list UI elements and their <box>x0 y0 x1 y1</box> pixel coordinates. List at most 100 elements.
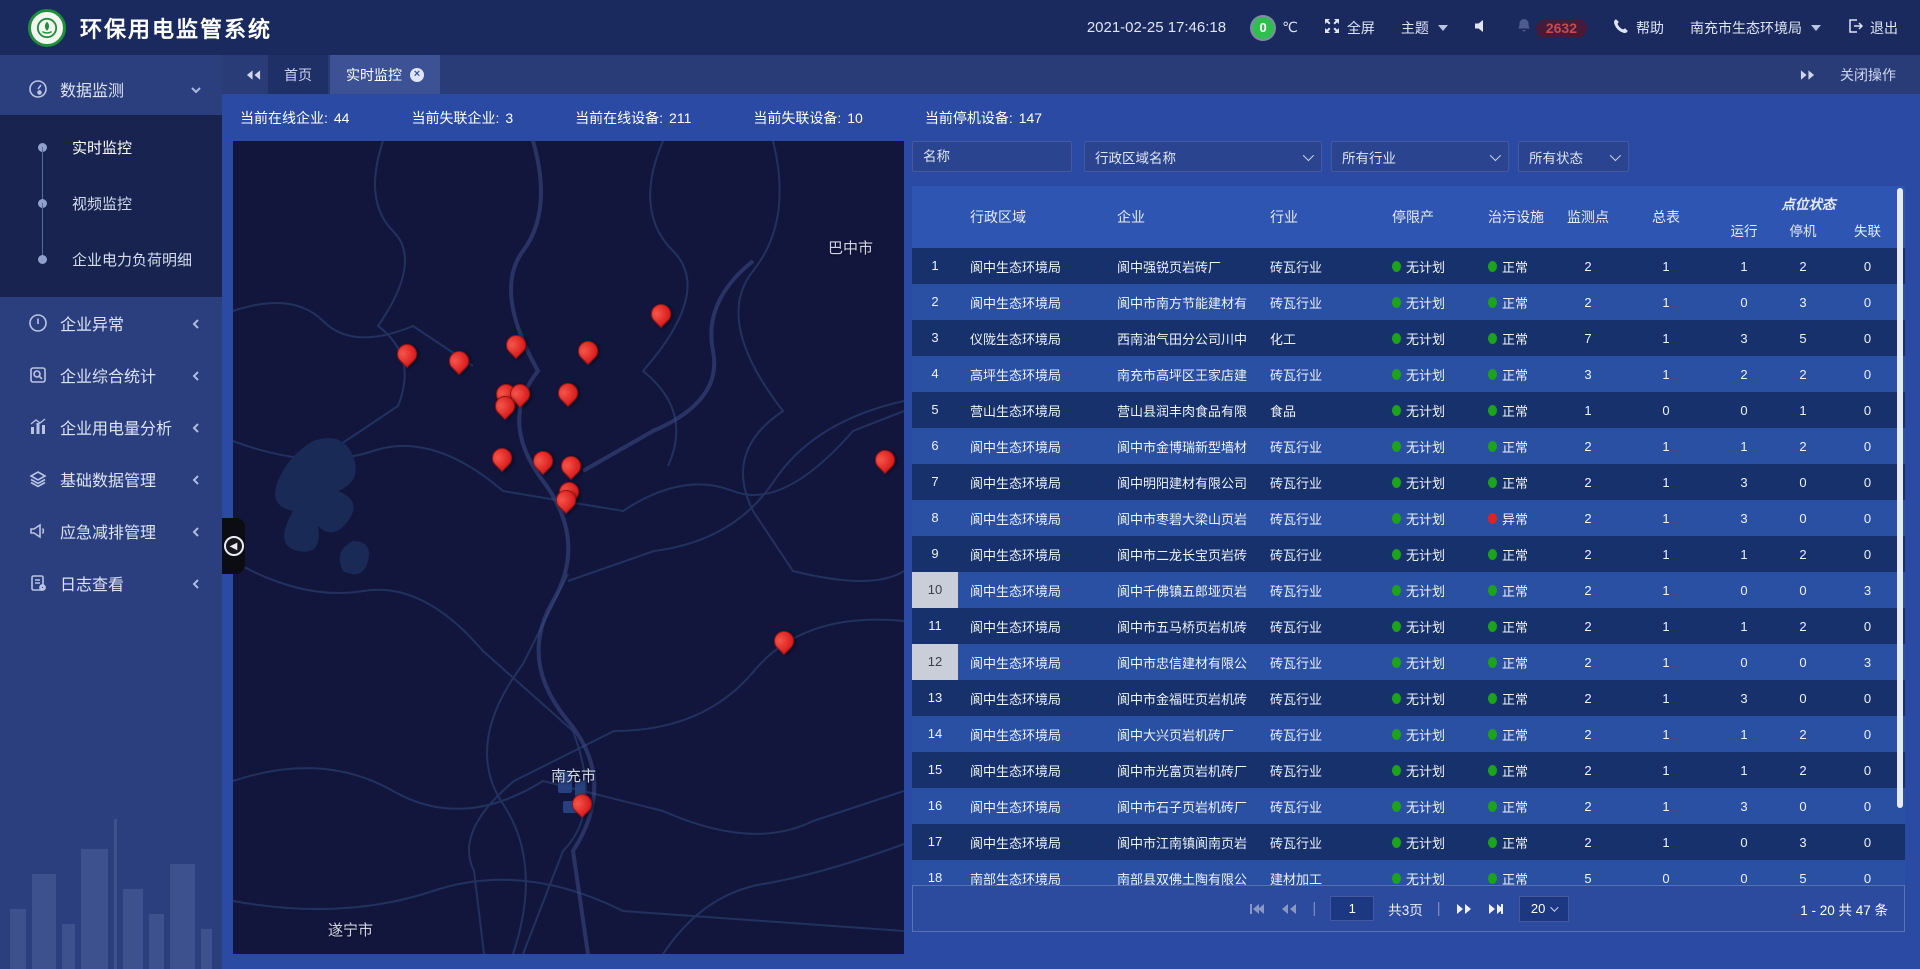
table-row[interactable]: 9 阆中生态环境局 阆中市二龙长宝页岩砖 砖瓦行业 无计划 正常 2 1 1 2… <box>912 536 1905 572</box>
sidebar-item-power-analysis[interactable]: 企业用电量分析 <box>0 401 222 453</box>
close-operations-button[interactable]: 关闭操作 <box>1840 65 1896 85</box>
map-pin-icon[interactable] <box>875 450 895 470</box>
table-row[interactable]: 3 仪陇生态环境局 西南油气田分公司川中 化工 无计划 正常 7 1 3 5 0 <box>912 320 1905 356</box>
temperature: 0 ℃ <box>1252 17 1298 39</box>
col-facility: 治污设施 <box>1476 207 1556 227</box>
bar-chart-icon <box>28 417 48 437</box>
bullet-dot-icon <box>38 255 47 264</box>
prev-page-icon[interactable] <box>1280 902 1298 916</box>
chevron-down-icon <box>1303 149 1314 160</box>
table-row[interactable]: 14 阆中生态环境局 阆中大兴页岩机砖厂 砖瓦行业 无计划 正常 2 1 1 2… <box>912 716 1905 752</box>
log-document-icon <box>28 573 48 593</box>
organization-menu[interactable]: 南充市生态环境局 <box>1690 18 1821 38</box>
page-size-select[interactable]: 20 <box>1519 896 1569 922</box>
table-scrollbar[interactable] <box>1897 188 1903 808</box>
map-pin-icon[interactable] <box>533 451 553 471</box>
top-header: 环保用电监管系统 2021-02-25 17:46:18 0 ℃ 全屏 主题 2… <box>0 0 1920 55</box>
table-row[interactable]: 16 阆中生态环境局 阆中市石子页岩机砖厂 砖瓦行业 无计划 正常 2 1 3 … <box>912 788 1905 824</box>
table-row[interactable]: 8 阆中生态环境局 阆中市枣碧大梁山页岩 砖瓦行业 无计划 异常 2 1 3 0… <box>912 500 1905 536</box>
header-actions: 2021-02-25 17:46:18 0 ℃ 全屏 主题 2632 <box>1087 17 1898 39</box>
map-pin-icon[interactable] <box>397 344 417 364</box>
map-pin-icon[interactable] <box>651 304 671 324</box>
notification-badge: 2632 <box>1536 19 1587 37</box>
status-filter-select[interactable]: 所有状态 <box>1518 141 1629 172</box>
status-dot-icon <box>1488 765 1497 776</box>
tabs-scroll-right-icon[interactable] <box>1792 69 1822 81</box>
map-pin-icon[interactable] <box>506 335 526 355</box>
chevron-down-icon <box>1551 903 1559 911</box>
col-company: 企业 <box>1110 207 1258 227</box>
tab-home[interactable]: 首页 <box>268 55 328 94</box>
status-dot-icon <box>1488 261 1497 272</box>
logout-button[interactable]: 退出 <box>1847 18 1898 38</box>
region-filter-select[interactable]: 行政区域名称 <box>1084 141 1322 172</box>
notifications[interactable]: 2632 <box>1516 18 1587 37</box>
status-dot-icon <box>1488 333 1497 344</box>
status-dot-icon <box>1488 621 1497 632</box>
map-pin-icon[interactable] <box>492 448 512 468</box>
stat-item: 当前在线企业: 44 <box>240 108 349 128</box>
sidebar-item-video-monitoring[interactable]: 视频监控 <box>0 175 222 231</box>
status-dot-icon <box>1392 837 1401 848</box>
sidebar-item-log-view[interactable]: 日志查看 <box>0 557 222 609</box>
table-row[interactable]: 18 南部生态环境局 南部县双佛土陶有限公 建材加工 无计划 正常 5 0 0 … <box>912 860 1905 885</box>
main-area: 首页 实时监控 × 关闭操作 当前在线企业: 44 当前失联企业: 3 当前在线… <box>222 55 1920 969</box>
map-pin-icon[interactable] <box>572 794 592 814</box>
status-dot-icon <box>1392 621 1401 632</box>
map-pin-icon[interactable] <box>449 351 469 371</box>
chevron-down-icon <box>1490 149 1501 160</box>
sidebar-item-realtime-monitoring[interactable]: 实时监控 <box>0 119 222 175</box>
status-dot-icon <box>1488 441 1497 452</box>
map-pin-icon[interactable] <box>578 341 598 361</box>
app-title: 环保用电监管系统 <box>80 12 272 44</box>
table-row[interactable]: 7 阆中生态环境局 阆中明阳建材有限公司 砖瓦行业 无计划 正常 2 1 3 0… <box>912 464 1905 500</box>
map-panel[interactable]: 巴中市 南充市 遂宁市 <box>233 141 904 954</box>
table-row[interactable]: 17 阆中生态环境局 阆中市江南镇阆南页岩 砖瓦行业 无计划 正常 2 1 0 … <box>912 824 1905 860</box>
status-dot-icon <box>1488 657 1497 668</box>
sidebar-item-base-data[interactable]: 基础数据管理 <box>0 453 222 505</box>
table-row[interactable]: 2 阆中生态环境局 阆中市南方节能建材有 砖瓦行业 无计划 正常 2 1 0 3… <box>912 284 1905 320</box>
theme-button[interactable]: 主题 <box>1401 18 1448 38</box>
table-row[interactable]: 15 阆中生态环境局 阆中市光富页岩机砖厂 砖瓦行业 无计划 正常 2 1 1 … <box>912 752 1905 788</box>
table-row[interactable]: 10 阆中生态环境局 阆中千佛镇五郎垭页岩 砖瓦行业 无计划 正常 2 1 0 … <box>912 572 1905 608</box>
chevron-left-icon <box>190 317 202 329</box>
table-row[interactable]: 13 阆中生态环境局 阆中市金福旺页岩机砖 砖瓦行业 无计划 正常 2 1 3 … <box>912 680 1905 716</box>
status-dot-icon <box>1392 513 1401 524</box>
page-number-input[interactable] <box>1330 896 1374 921</box>
status-dot-icon <box>1488 405 1497 416</box>
bell-icon <box>1516 18 1532 37</box>
table-row[interactable]: 12 阆中生态环境局 阆中市忠信建材有限公 砖瓦行业 无计划 正常 2 1 0 … <box>912 644 1905 680</box>
industry-filter-select[interactable]: 所有行业 <box>1331 141 1509 172</box>
map-pin-icon[interactable] <box>495 396 515 416</box>
temperature-badge: 0 <box>1252 17 1274 39</box>
tab-close-icon[interactable]: × <box>410 68 424 82</box>
last-page-icon[interactable] <box>1487 902 1505 916</box>
sidebar-item-enterprise-abnormal[interactable]: 企业异常 <box>0 297 222 349</box>
table-row[interactable]: 1 阆中生态环境局 阆中强锐页岩砖厂 砖瓦行业 无计划 正常 2 1 1 2 0 <box>912 248 1905 284</box>
sidebar-item-power-load-detail[interactable]: 企业电力负荷明细 <box>0 231 222 287</box>
fullscreen-button[interactable]: 全屏 <box>1324 18 1375 38</box>
app-logo-icon <box>28 9 66 47</box>
sidebar-item-emergency-reduction[interactable]: 应急减排管理 <box>0 505 222 557</box>
table-row[interactable]: 4 高坪生态环境局 南充市高坪区王家店建 砖瓦行业 无计划 正常 3 1 2 2… <box>912 356 1905 392</box>
first-page-icon[interactable] <box>1248 902 1266 916</box>
sidebar-item-enterprise-statistics[interactable]: 企业综合统计 <box>0 349 222 401</box>
table-row[interactable]: 5 营山生态环境局 营山县润丰肉食品有限 食品 无计划 正常 1 0 0 1 0 <box>912 392 1905 428</box>
report-board-icon <box>28 365 48 385</box>
help-button[interactable]: 帮助 <box>1613 18 1664 38</box>
table-row[interactable]: 6 阆中生态环境局 阆中市金博瑞新型墙材 砖瓦行业 无计划 正常 2 1 1 2… <box>912 428 1905 464</box>
tabs-scroll-left-icon[interactable] <box>238 55 268 94</box>
map-pin-icon[interactable] <box>556 490 576 510</box>
sound-button[interactable] <box>1474 18 1490 37</box>
name-filter-input[interactable] <box>912 141 1072 172</box>
filter-bar: 行政区域名称 所有行业 所有状态 <box>912 141 1905 172</box>
map-pin-icon[interactable] <box>774 631 794 651</box>
table-row[interactable]: 11 阆中生态环境局 阆中市五马桥页岩机砖 砖瓦行业 无计划 正常 2 1 1 … <box>912 608 1905 644</box>
sidebar-item-data-monitoring[interactable]: 数据监测 <box>0 63 222 115</box>
sidebar-collapse-handle[interactable]: ◀ <box>222 518 245 574</box>
tab-realtime-monitoring[interactable]: 实时监控 × <box>330 55 440 94</box>
map-pin-icon[interactable] <box>558 383 578 403</box>
col-group-point-status: 点位状态 运行 停机 失联 <box>1712 186 1905 248</box>
map-pin-icon[interactable] <box>561 456 581 476</box>
next-page-icon[interactable] <box>1455 902 1473 916</box>
